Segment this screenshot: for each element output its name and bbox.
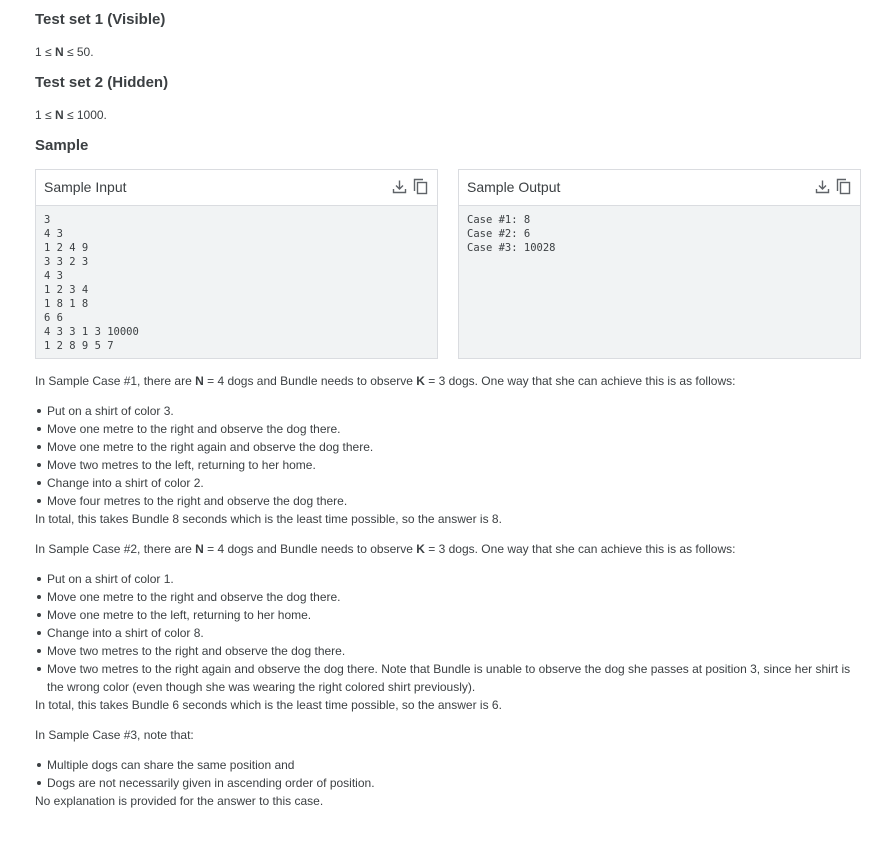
case-2-intro-c: = 3 dogs. One way that she can achieve t… [424, 542, 736, 556]
download-icon[interactable] [391, 178, 408, 195]
sample-output-actions [814, 178, 852, 195]
case-1-k-label: K [416, 374, 425, 388]
case-1-intro: In Sample Case #1, there are N = 4 dogs … [35, 374, 735, 388]
constraint-variable: N [54, 108, 64, 122]
download-icon[interactable] [814, 178, 831, 195]
constraint-suffix: ≤ 50. [63, 45, 94, 59]
constraint-prefix: 1 ≤ [35, 108, 55, 122]
sample-output-title: Sample Output [467, 179, 561, 195]
constraint-prefix: 1 ≤ [35, 45, 55, 59]
case-1-n-label: N [195, 374, 204, 388]
case-1-intro-a: In Sample Case #1, there are [35, 374, 196, 388]
sample-output-panel: Sample Output Case #1: 8 Case #2: 6 Case… [458, 169, 861, 359]
list-item: Move one metre to the right and observe … [37, 588, 865, 606]
sample-input-content: 3 4 3 1 2 4 9 3 3 2 3 4 3 1 2 3 4 1 8 1 … [44, 214, 139, 352]
list-item: Move one metre to the right and observe … [36, 420, 373, 438]
sample-output-header: Sample Output [459, 170, 860, 206]
list-item: Put on a shirt of color 3. [36, 402, 373, 420]
sample-input-title: Sample Input [44, 179, 127, 195]
case-1-intro-b: = 4 dogs and Bundle needs to observe [203, 374, 417, 388]
case-1-steps: Put on a shirt of color 3. Move one metr… [35, 402, 373, 510]
case-2-intro-b: = 4 dogs and Bundle needs to observe [203, 542, 417, 556]
list-item: Dogs are not necessarily given in ascend… [37, 776, 375, 790]
constraint-suffix: ≤ 1000. [63, 108, 107, 122]
case-3-conclusion: No explanation is provided for the answe… [35, 794, 324, 808]
case-3-notes: Multiple dogs can share the same positio… [35, 756, 375, 792]
list-item: Change into a shirt of color 2. [36, 474, 373, 492]
sample-input-header: Sample Input [36, 170, 437, 206]
list-item: Move two metres to the left, returning t… [36, 456, 373, 474]
list-item: Change into a shirt of color 8. [37, 624, 865, 642]
case-2-intro: In Sample Case #2, there are N = 4 dogs … [35, 542, 735, 556]
list-item: Move four metres to the right and observ… [36, 492, 373, 510]
test-set-1-heading: Test set 1 (Visible) [35, 11, 166, 28]
case-2-steps: Put on a shirt of color 1. Move one metr… [35, 570, 865, 696]
sample-input-actions [391, 178, 429, 195]
case-2-n-label: N [195, 542, 204, 556]
test-set-2-heading: Test set 2 (Hidden) [35, 74, 169, 91]
list-item: Move two metres to the right again and o… [37, 660, 865, 696]
test-set-2-constraint: 1 ≤ N ≤ 1000. [35, 108, 107, 122]
case-1-conclusion: In total, this takes Bundle 8 seconds wh… [35, 512, 502, 526]
case-2-k-label: K [416, 542, 425, 556]
list-item: Put on a shirt of color 1. [37, 570, 865, 588]
copy-icon[interactable] [835, 178, 852, 195]
list-item: Move one metre to the left, returning to… [37, 606, 865, 624]
list-item: Move one metre to the right again and ob… [36, 440, 374, 454]
case-2-conclusion: In total, this takes Bundle 6 seconds wh… [35, 698, 502, 712]
case-1-intro-c: = 3 dogs. One way that she can achieve t… [424, 374, 736, 388]
sample-input-panel: Sample Input 3 4 3 1 2 4 9 3 3 2 3 4 3 1… [35, 169, 438, 359]
list-item: Multiple dogs can share the same positio… [37, 756, 375, 774]
copy-icon[interactable] [412, 178, 429, 195]
sample-heading: Sample [35, 137, 89, 154]
case-3-intro: In Sample Case #3, note that: [35, 728, 194, 742]
test-set-1-constraint: 1 ≤ N ≤ 50. [35, 45, 94, 59]
case-2-intro-a: In Sample Case #2, there are [35, 542, 196, 556]
list-item: Move two metres to the right and observe… [37, 642, 865, 660]
sample-output-content: Case #1: 8 Case #2: 6 Case #3: 10028 [467, 214, 556, 254]
constraint-variable: N [54, 45, 64, 59]
